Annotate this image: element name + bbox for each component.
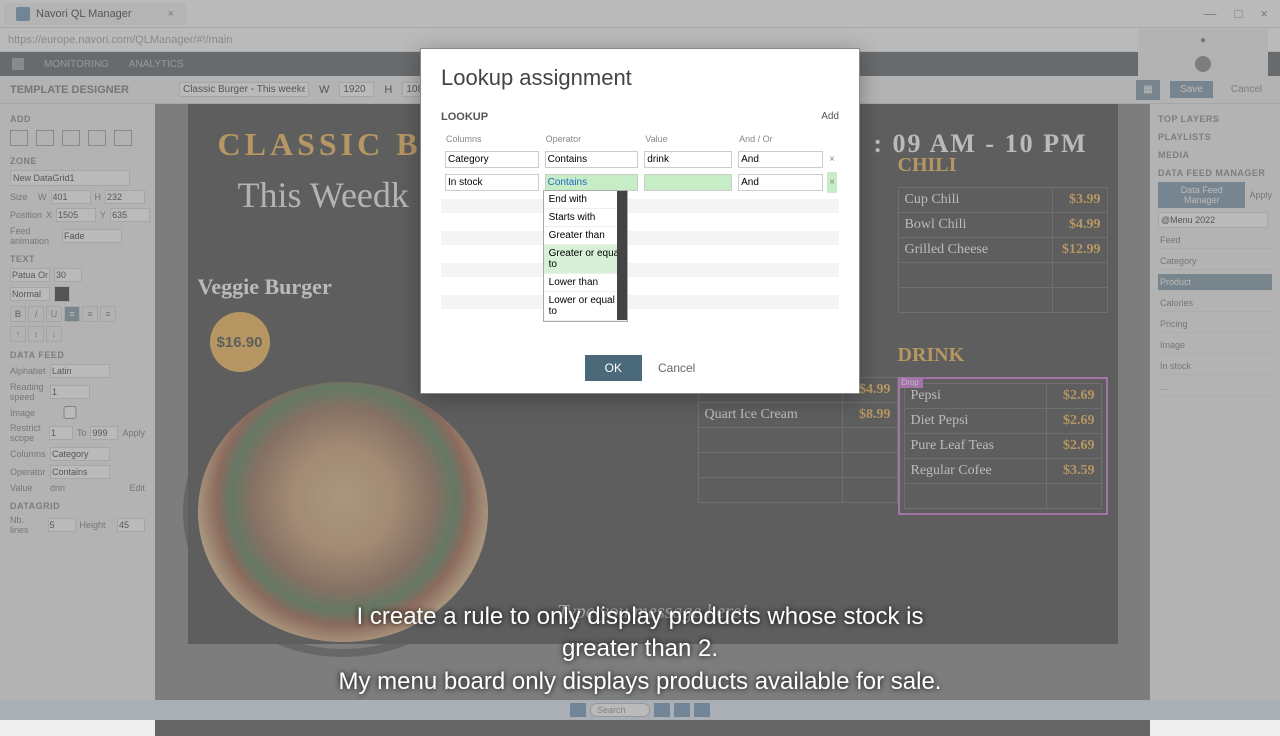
add-link[interactable]: Add <box>821 111 839 123</box>
dd-lte[interactable]: Lower or equal to <box>544 292 627 321</box>
lookup-modal: Lookup assignment LOOKUP Add ColumnsOpera… <box>420 48 860 394</box>
dd-gte[interactable]: Greater or equal to <box>544 245 627 274</box>
r1-ao[interactable] <box>738 151 823 168</box>
ok-button[interactable]: OK <box>585 355 642 381</box>
dd-scrollbar[interactable] <box>617 191 627 321</box>
caption-l1: I create a rule to only display products… <box>320 601 960 666</box>
dd-startswith[interactable]: Starts with <box>544 209 627 227</box>
r1-col[interactable] <box>445 151 539 168</box>
r2-op[interactable] <box>545 174 639 191</box>
operator-dropdown: End with Starts with Greater than Greate… <box>543 190 628 322</box>
r2-remove-icon[interactable]: × <box>827 172 837 193</box>
th-op: Operator <box>543 131 641 147</box>
r1-val[interactable] <box>644 151 732 168</box>
th-ao: And / Or <box>736 131 825 147</box>
dd-greater[interactable]: Greater than <box>544 227 627 245</box>
r2-col[interactable] <box>445 174 539 191</box>
r1-remove-icon[interactable]: × <box>827 149 837 170</box>
r2-val[interactable] <box>644 174 732 191</box>
dd-lower[interactable]: Lower than <box>544 274 627 292</box>
dd-endwith[interactable]: End with <box>544 191 627 209</box>
cancel-modal-button[interactable]: Cancel <box>658 355 695 381</box>
caption: I create a rule to only display products… <box>320 601 960 698</box>
r1-op[interactable] <box>545 151 639 168</box>
th-cols: Columns <box>443 131 541 147</box>
empty-rows <box>441 199 839 325</box>
r2-ao[interactable] <box>738 174 823 191</box>
th-val: Value <box>642 131 734 147</box>
lookup-label: LOOKUP <box>441 111 488 123</box>
caption-l2: My menu board only displays products ava… <box>320 666 960 698</box>
modal-title: Lookup assignment <box>421 49 859 101</box>
